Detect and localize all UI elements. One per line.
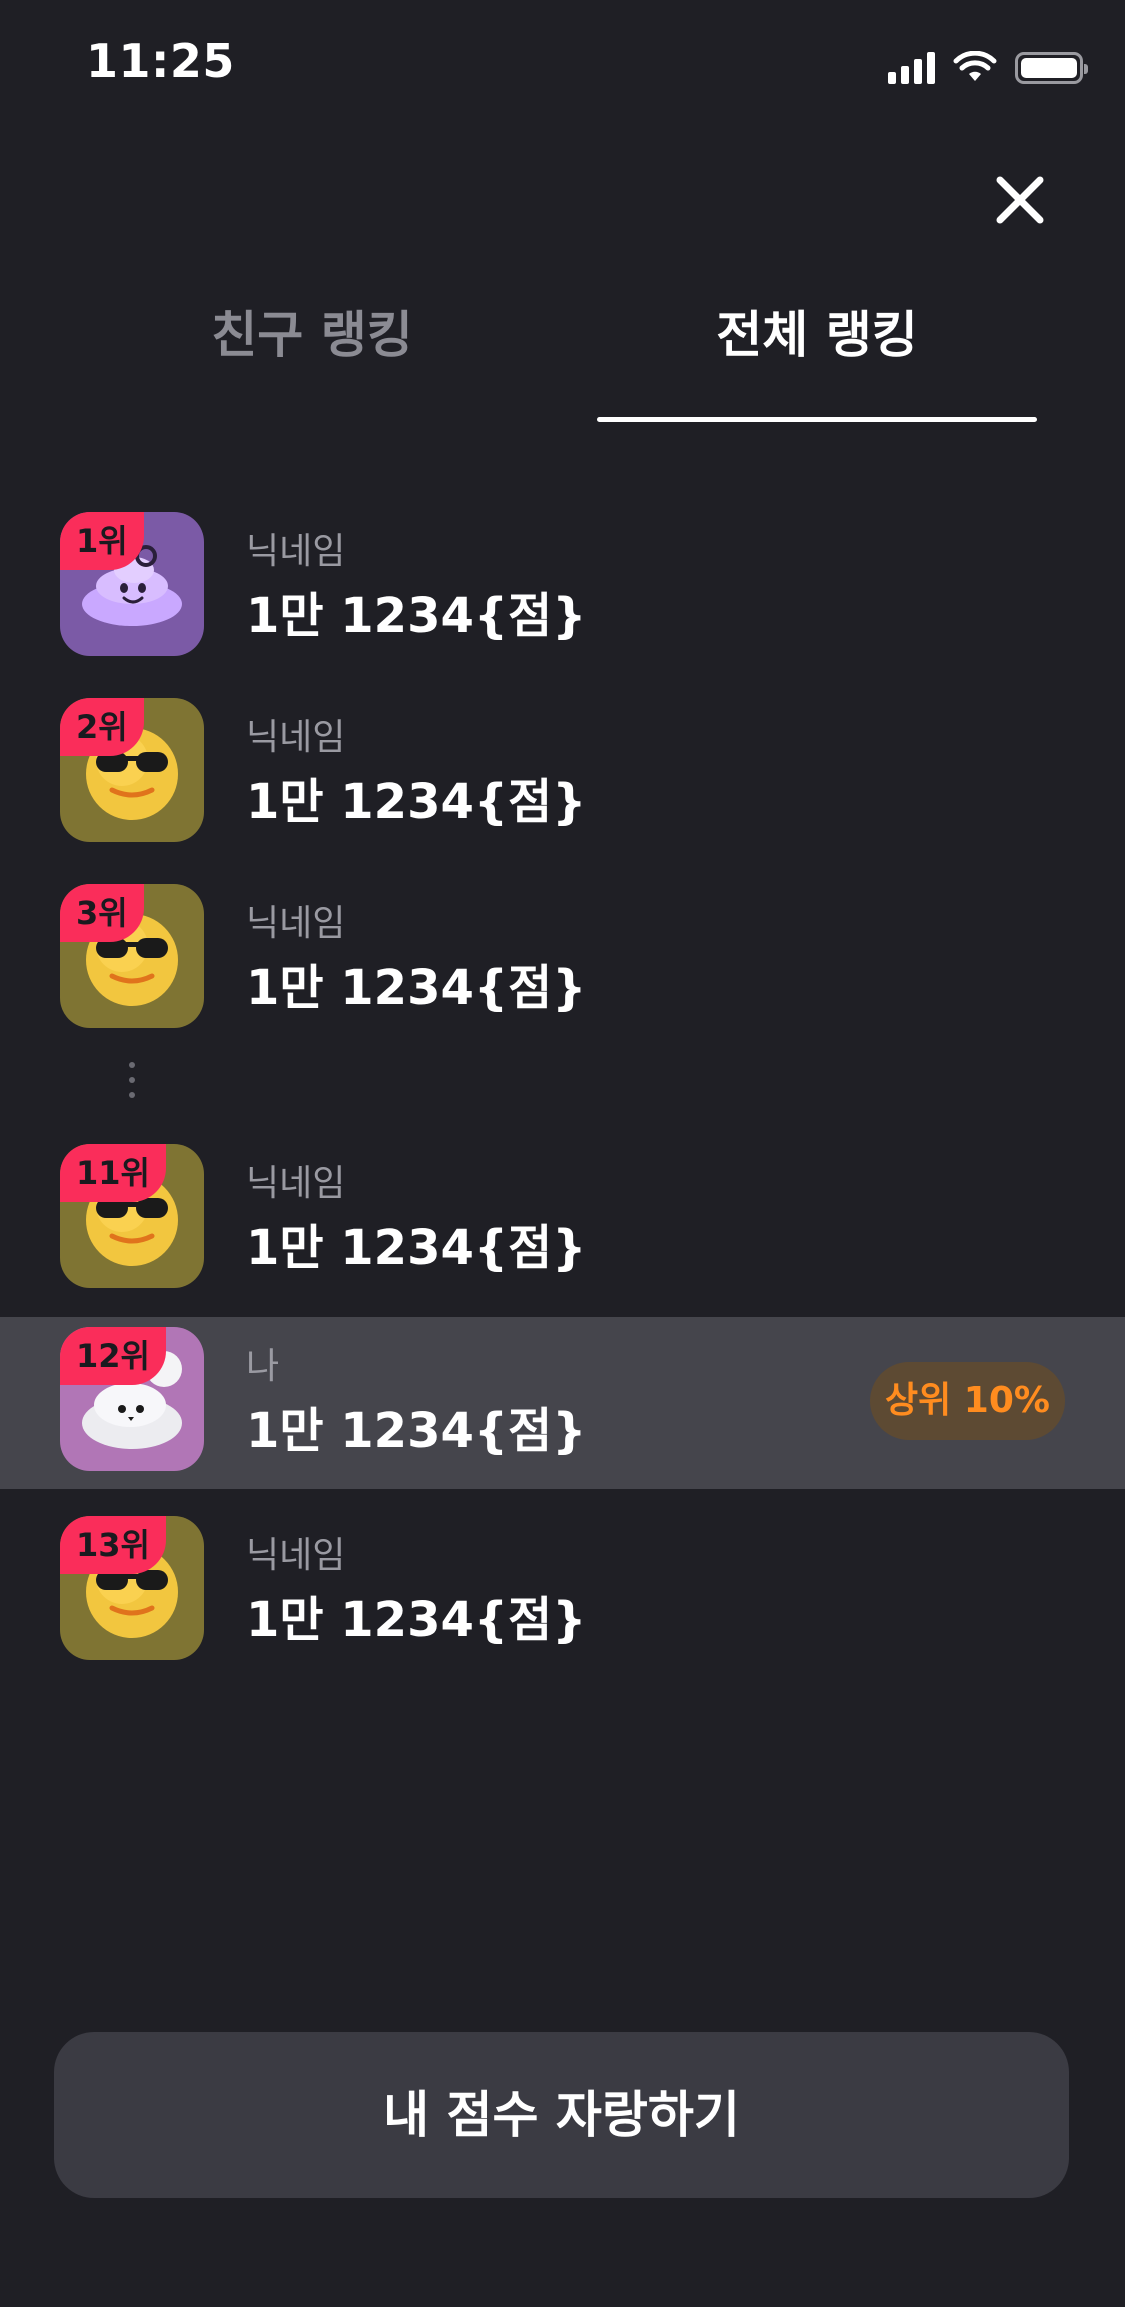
list-item[interactable]: 1위 닉네임 1만 1234{점} xyxy=(0,502,1125,674)
rank-badge: 2위 xyxy=(60,698,144,756)
tab-label: 전체 랭킹 xyxy=(716,306,918,364)
ranking-tabs: 친구 랭킹 전체 랭킹 xyxy=(0,300,1125,425)
list-item[interactable]: 2위 닉네임 1만 1234{점} xyxy=(0,688,1125,860)
rank-badge: 12위 xyxy=(60,1327,166,1385)
nickname: 나 xyxy=(246,1346,280,1387)
cellular-signal-icon xyxy=(888,52,935,84)
nickname: 닉네임 xyxy=(246,1535,346,1576)
share-score-button[interactable]: 내 점수 자랑하기 xyxy=(54,2032,1069,2198)
wifi-icon xyxy=(953,51,997,81)
status-icons xyxy=(888,48,1088,88)
battery-icon xyxy=(1015,52,1088,84)
score: 1만 1234{점} xyxy=(246,1592,587,1648)
list-item[interactable]: 13위 닉네임 1만 1234{점} xyxy=(0,1506,1125,1678)
nickname: 닉네임 xyxy=(246,1163,346,1204)
score: 1만 1234{점} xyxy=(246,774,587,830)
nickname: 닉네임 xyxy=(246,903,346,944)
vertical-ellipsis-icon xyxy=(126,1062,138,1098)
list-item[interactable]: 11위 닉네임 1만 1234{점} xyxy=(0,1134,1125,1306)
score: 1만 1234{점} xyxy=(246,1403,587,1459)
tab-friend-ranking[interactable]: 친구 랭킹 xyxy=(92,300,532,425)
close-button[interactable] xyxy=(990,170,1050,230)
score: 1만 1234{점} xyxy=(246,588,587,644)
status-time: 11:25 xyxy=(86,34,235,88)
my-rank-row[interactable]: 12위 나 1만 1234{점} 상위 10% xyxy=(0,1317,1125,1489)
rank-badge: 13위 xyxy=(60,1516,166,1574)
rank-badge: 3위 xyxy=(60,884,144,942)
list-item[interactable]: 3위 닉네임 1만 1234{점} xyxy=(0,874,1125,1046)
rank-badge: 11위 xyxy=(60,1144,166,1202)
score: 1만 1234{점} xyxy=(246,960,587,1016)
top-percent-badge: 상위 10% xyxy=(870,1362,1065,1440)
tab-all-ranking[interactable]: 전체 랭킹 xyxy=(597,300,1037,425)
active-tab-indicator xyxy=(597,417,1037,422)
tab-label: 친구 랭킹 xyxy=(211,306,413,364)
nickname: 닉네임 xyxy=(246,531,346,572)
nickname: 닉네임 xyxy=(246,717,346,758)
score: 1만 1234{점} xyxy=(246,1220,587,1276)
close-icon xyxy=(996,176,1044,224)
status-bar: 11:25 xyxy=(0,0,1125,130)
rank-badge: 1위 xyxy=(60,512,144,570)
